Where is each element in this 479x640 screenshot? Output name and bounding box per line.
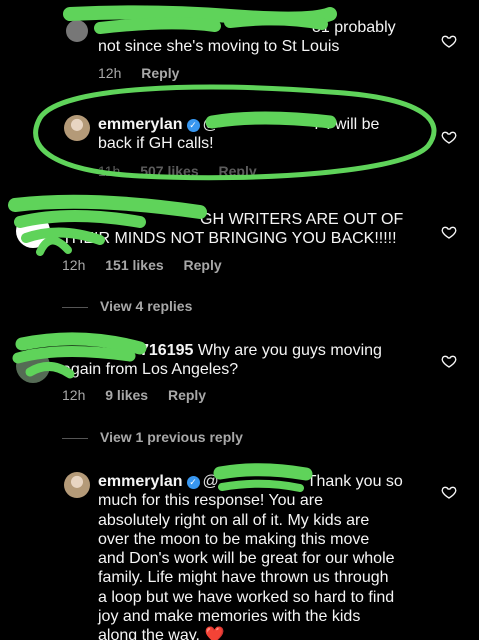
comment-meta: 12h Reply — [98, 65, 195, 81]
comment-mention[interactable]: @ — [203, 473, 219, 490]
comment-2: emmerylan ✓ @7 I will be back if GH calls!… — [0, 95, 479, 185]
comment-time: 12h — [62, 257, 86, 273]
verified-badge-icon: ✓ — [186, 119, 200, 132]
thread-divider — [62, 306, 88, 308]
reply-button[interactable]: Reply — [219, 163, 257, 179]
comment-time: 12h — [98, 65, 122, 81]
view-previous-label: View 1 previous reply — [100, 429, 243, 445]
comment-text-line2: THEIR MINDS NOT BRINGING YOU BACK!!!!! — [62, 230, 397, 247]
comment-likes[interactable]: 9 likes — [105, 387, 148, 403]
view-replies-link[interactable]: View 4 replies — [62, 298, 192, 314]
comment-text: emmerylan ✓ @7 I will be back if GH calls! — [98, 115, 428, 153]
comment-meta: 11h 507 likes Reply — [98, 163, 273, 179]
comment-text-line1: 7 I will be — [312, 116, 380, 133]
comment-line: along the way. — [98, 627, 200, 640]
comment-text: emmerylan ✓ @ Thank you so much for this re… — [98, 472, 428, 640]
comment-text-line1: 81 probably — [312, 19, 396, 36]
comment-username[interactable]: emmerylan — [98, 473, 183, 490]
avatar[interactable] — [16, 349, 50, 383]
comment-text-line1: Why are you guys moving — [197, 342, 382, 359]
avatar[interactable] — [64, 472, 90, 498]
comment-line: and Don's work will be great for our who… — [98, 550, 395, 568]
comment-text-line2: again from Los Angeles? — [62, 361, 239, 378]
comment-meta: 12h 9 likes Reply — [62, 387, 222, 403]
comment-text: 716195 Why are you guys moving again fro… — [62, 341, 442, 379]
view-replies-label: View 4 replies — [100, 298, 193, 314]
comment-text-line1: GH WRITERS ARE OUT OF — [200, 211, 404, 228]
avatar[interactable] — [66, 20, 88, 42]
comment-4: 716195 Why are you guys moving again fro… — [0, 335, 479, 415]
comment-5: emmerylan ✓ @ Thank you so much for this re… — [0, 462, 479, 640]
verified-badge-icon: ✓ — [186, 476, 200, 489]
reply-button[interactable]: Reply — [168, 387, 206, 403]
heart-outline-icon[interactable] — [441, 129, 457, 145]
comment-text: GH WRITERS ARE OUT OF THEIR MINDS NOT BR… — [62, 210, 442, 248]
heart-outline-icon[interactable] — [441, 224, 457, 240]
comment-line: much for this response! You are — [98, 492, 324, 510]
avatar[interactable] — [16, 214, 50, 248]
comment-meta: 12h 151 likes Reply — [62, 257, 238, 273]
comment-line: absolutely right on all of it. My kids a… — [98, 511, 370, 529]
comment-text-line2: back if GH calls! — [98, 135, 214, 152]
comment-3: GH WRITERS ARE OUT OF THEIR MINDS NOT BR… — [0, 200, 479, 290]
heart-outline-icon[interactable] — [441, 33, 457, 49]
comment-time: 11h — [98, 163, 121, 179]
comment-line: Thank you so — [306, 473, 403, 490]
comment-line: family. Life might have thrown us throug… — [98, 569, 389, 587]
comment-text-line2: not since she's moving to St Louis — [98, 38, 340, 55]
reply-button[interactable]: Reply — [184, 257, 222, 273]
comment-likes[interactable]: 151 likes — [105, 257, 163, 273]
heart-outline-icon[interactable] — [441, 353, 457, 369]
reply-button[interactable]: Reply — [141, 65, 179, 81]
heart-emoji: ❤️ — [204, 627, 225, 640]
view-previous-reply-link[interactable]: View 1 previous reply — [62, 429, 243, 445]
comment-line: a loop but we have worked so hard to fin… — [98, 588, 395, 606]
comment-text: 81 probably not since she's moving to St… — [98, 18, 428, 56]
comment-username[interactable]: 716195 — [140, 342, 193, 359]
comment-1: 81 probably not since she's moving to St… — [0, 0, 479, 90]
avatar[interactable] — [64, 115, 90, 141]
comment-likes[interactable]: 507 likes — [140, 163, 198, 179]
comment-username[interactable]: emmerylan — [98, 116, 183, 133]
comment-mention[interactable]: @ — [203, 116, 219, 133]
comment-line: over the moon to be making this move — [98, 530, 370, 548]
thread-divider — [62, 437, 88, 439]
heart-outline-icon[interactable] — [441, 484, 457, 500]
comment-line: joy and make memories with the kids — [98, 608, 361, 626]
comment-time: 12h — [62, 387, 86, 403]
